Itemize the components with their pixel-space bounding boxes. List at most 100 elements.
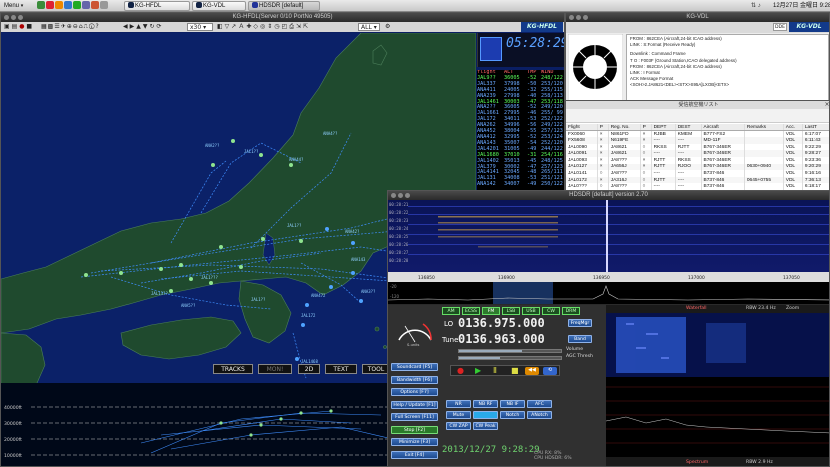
open-icon[interactable]: ▣ bbox=[4, 23, 10, 30]
close-icon[interactable] bbox=[569, 15, 574, 20]
vdl-message-log[interactable]: FROM : 862CEA (Aircraft,24-bit ICAO addr… bbox=[626, 34, 829, 104]
dde-button[interactable]: DDE bbox=[773, 23, 787, 31]
close-icon[interactable]: × bbox=[823, 101, 829, 109]
text-button[interactable]: TEXT bbox=[325, 364, 357, 374]
mode-button-lsb[interactable]: LSB bbox=[502, 307, 520, 315]
close-icon[interactable] bbox=[4, 15, 9, 20]
table-row[interactable]: JAL0141 ○ JA8??? ○ ---- ---- B737-846 VDL 9:16:1… bbox=[566, 170, 829, 177]
minimize-icon[interactable] bbox=[11, 15, 16, 20]
column-header[interactable]: DEST bbox=[675, 124, 702, 132]
settings-icon[interactable]: ⚙ bbox=[385, 22, 390, 32]
dsp-button[interactable]: NB RF bbox=[473, 400, 498, 408]
task-kg-hfdl[interactable]: KG-HFDL bbox=[124, 1, 190, 11]
pan-up-icon[interactable]: ▲ bbox=[136, 23, 143, 30]
waypoint-icon[interactable]: ◇ bbox=[253, 23, 260, 30]
close-icon[interactable] bbox=[391, 193, 396, 198]
dsp-button[interactable]: Mute bbox=[446, 411, 471, 419]
firefox-icon[interactable] bbox=[55, 1, 63, 10]
table-row[interactable]: JAL0127 × JA656J × RJTT RJOO B767-346ER 0630+09… bbox=[566, 163, 829, 171]
map-icon[interactable]: ▦ bbox=[41, 23, 48, 30]
af-waterfall[interactable] bbox=[606, 313, 830, 377]
table-row[interactable]: FX5608 × N619FE × ---- ---- MD-11F VDL 6:11:43 bbox=[566, 137, 829, 144]
maximize-icon[interactable] bbox=[583, 15, 588, 20]
rf-waterfall[interactable]: 00:28:21 00:28:22 00:28:23 00:28:24 00:2… bbox=[388, 200, 830, 272]
maximize-icon[interactable] bbox=[18, 15, 23, 20]
column-header[interactable]: Remarks bbox=[744, 124, 784, 132]
table-row[interactable]: JAL0??? ○ JA8??? ○ ---- ---- B737-846 VDL 6:18:1… bbox=[566, 183, 829, 190]
save-icon[interactable]: ▤ bbox=[12, 23, 18, 30]
rotate-icon[interactable]: ↻ bbox=[150, 23, 157, 30]
rf-spectrum[interactable]: -20 -120 bbox=[388, 282, 830, 304]
help-update-button[interactable]: Help / Update [F1] bbox=[391, 400, 438, 409]
loop-button[interactable]: ⟲ bbox=[543, 367, 557, 375]
dsp-button[interactable] bbox=[473, 411, 498, 419]
column-header[interactable]: P bbox=[640, 124, 652, 132]
freqmgr-button[interactable]: FreqMgr bbox=[568, 319, 592, 327]
task-hdsdr[interactable]: HDSDR [default] bbox=[248, 1, 320, 11]
play-button[interactable]: ▶ bbox=[475, 366, 481, 375]
column-header[interactable]: DEPT bbox=[651, 124, 676, 132]
minimize-icon[interactable] bbox=[398, 193, 403, 198]
record-icon[interactable]: ● bbox=[19, 23, 24, 30]
clock[interactable]: 12月27日 金曜日 9:28 bbox=[770, 1, 830, 11]
mode-button-cw[interactable]: CW bbox=[542, 307, 560, 315]
app-icon[interactable] bbox=[64, 1, 72, 10]
stop-button[interactable]: ■ bbox=[511, 366, 519, 375]
filter-select[interactable]: ALL ▾ bbox=[358, 23, 380, 31]
pan-down-icon[interactable]: ▼ bbox=[143, 23, 150, 30]
table-row[interactable]: FX0060 × N861FD × RJBB KMEM B777-FS2 VDL 6:17:07 bbox=[566, 130, 829, 138]
column-header[interactable]: LastT bbox=[802, 124, 829, 132]
files-icon[interactable] bbox=[37, 1, 45, 10]
table-row[interactable]: JAL0093 × JA8??? × RJTT RKSS B767-346ER VDL 9:23… bbox=[566, 156, 829, 164]
chrome-icon[interactable] bbox=[73, 1, 81, 10]
dsp-button[interactable]: ANotch bbox=[527, 411, 552, 419]
full-screen-button[interactable]: Full Screen [F11] bbox=[391, 413, 438, 421]
zoom-select[interactable]: x30 ▾ bbox=[187, 23, 213, 31]
view-2d-button[interactable]: 2D bbox=[298, 364, 320, 374]
settings-icon[interactable] bbox=[100, 1, 108, 10]
mode-button-ecss[interactable]: ECSS bbox=[462, 307, 480, 315]
tool-icon[interactable] bbox=[91, 1, 99, 10]
mode-button-usb[interactable]: USB bbox=[522, 307, 540, 315]
table-row[interactable]: JAL0172 × JA316J ○ RJTT ---- B737-846 0645+0755… bbox=[566, 176, 829, 184]
band-button[interactable]: Band bbox=[568, 335, 592, 343]
table-row[interactable]: JAL0090 × JA8621 ○ RKSS RJTT B767-346ER VDL 9:22… bbox=[566, 143, 829, 151]
exit-button[interactable]: Exit [F4] bbox=[391, 450, 438, 459]
layer-icon[interactable]: ◧ bbox=[217, 23, 225, 30]
af-spectrum[interactable] bbox=[606, 377, 830, 457]
record-button[interactable]: ● bbox=[457, 366, 464, 375]
rewind-button[interactable]: ◀◀ bbox=[525, 367, 539, 375]
table-row[interactable]: JAL0091 × JA8621 ○ ---- ---- B767-346ER VDL 9:28… bbox=[566, 150, 829, 157]
volume-slider[interactable] bbox=[458, 349, 562, 353]
stop-button[interactable]: Stop [F2] bbox=[391, 425, 438, 434]
mode-button-am[interactable]: AM bbox=[442, 307, 460, 315]
print-icon[interactable]: ⎙ bbox=[289, 23, 296, 30]
clock-icon[interactable]: ◷ bbox=[274, 23, 281, 30]
bandwidth-button[interactable]: Bandwidth [F6] bbox=[391, 375, 438, 384]
maximize-icon[interactable] bbox=[405, 193, 410, 198]
dsp-button[interactable]: NB IF bbox=[500, 400, 525, 408]
mode-button-drm[interactable]: DRM bbox=[562, 307, 580, 315]
task-kg-vdl[interactable]: KG-VDL bbox=[192, 1, 246, 11]
dsp-button[interactable]: Notch bbox=[500, 411, 525, 419]
mode-button-fm[interactable]: FM bbox=[482, 307, 500, 315]
tune-frequency[interactable]: 0136.963.000 bbox=[458, 332, 545, 346]
stop-icon[interactable]: ■ bbox=[26, 23, 32, 30]
tool-button[interactable]: TOOL bbox=[362, 364, 390, 374]
refresh-icon[interactable]: ⟳ bbox=[157, 23, 164, 30]
column-header[interactable]: P bbox=[597, 124, 609, 132]
dsp-button[interactable]: CW Peak bbox=[473, 422, 498, 430]
help-icon[interactable]: ? bbox=[95, 23, 99, 30]
terminal-icon[interactable] bbox=[82, 1, 90, 10]
pause-button[interactable]: Ⅱ bbox=[493, 366, 497, 375]
network-icon[interactable]: ⇅ bbox=[751, 3, 756, 9]
dsp-button[interactable]: NR bbox=[446, 400, 471, 408]
volume-icon[interactable]: ♪ bbox=[758, 3, 761, 9]
soundcard-button[interactable]: Soundcard [F5] bbox=[391, 363, 438, 371]
flight-list[interactable]: flight ALT TMP WIND JAL9?? 36005 -52 248/12… bbox=[477, 70, 564, 202]
dsp-button[interactable]: CW ZAP bbox=[446, 422, 471, 430]
import-icon[interactable]: ⇱ bbox=[303, 23, 310, 30]
column-header[interactable]: Acc. bbox=[783, 124, 803, 132]
dsp-button[interactable]: AFC bbox=[527, 400, 552, 408]
monitor-button[interactable]: MON! bbox=[258, 364, 292, 374]
